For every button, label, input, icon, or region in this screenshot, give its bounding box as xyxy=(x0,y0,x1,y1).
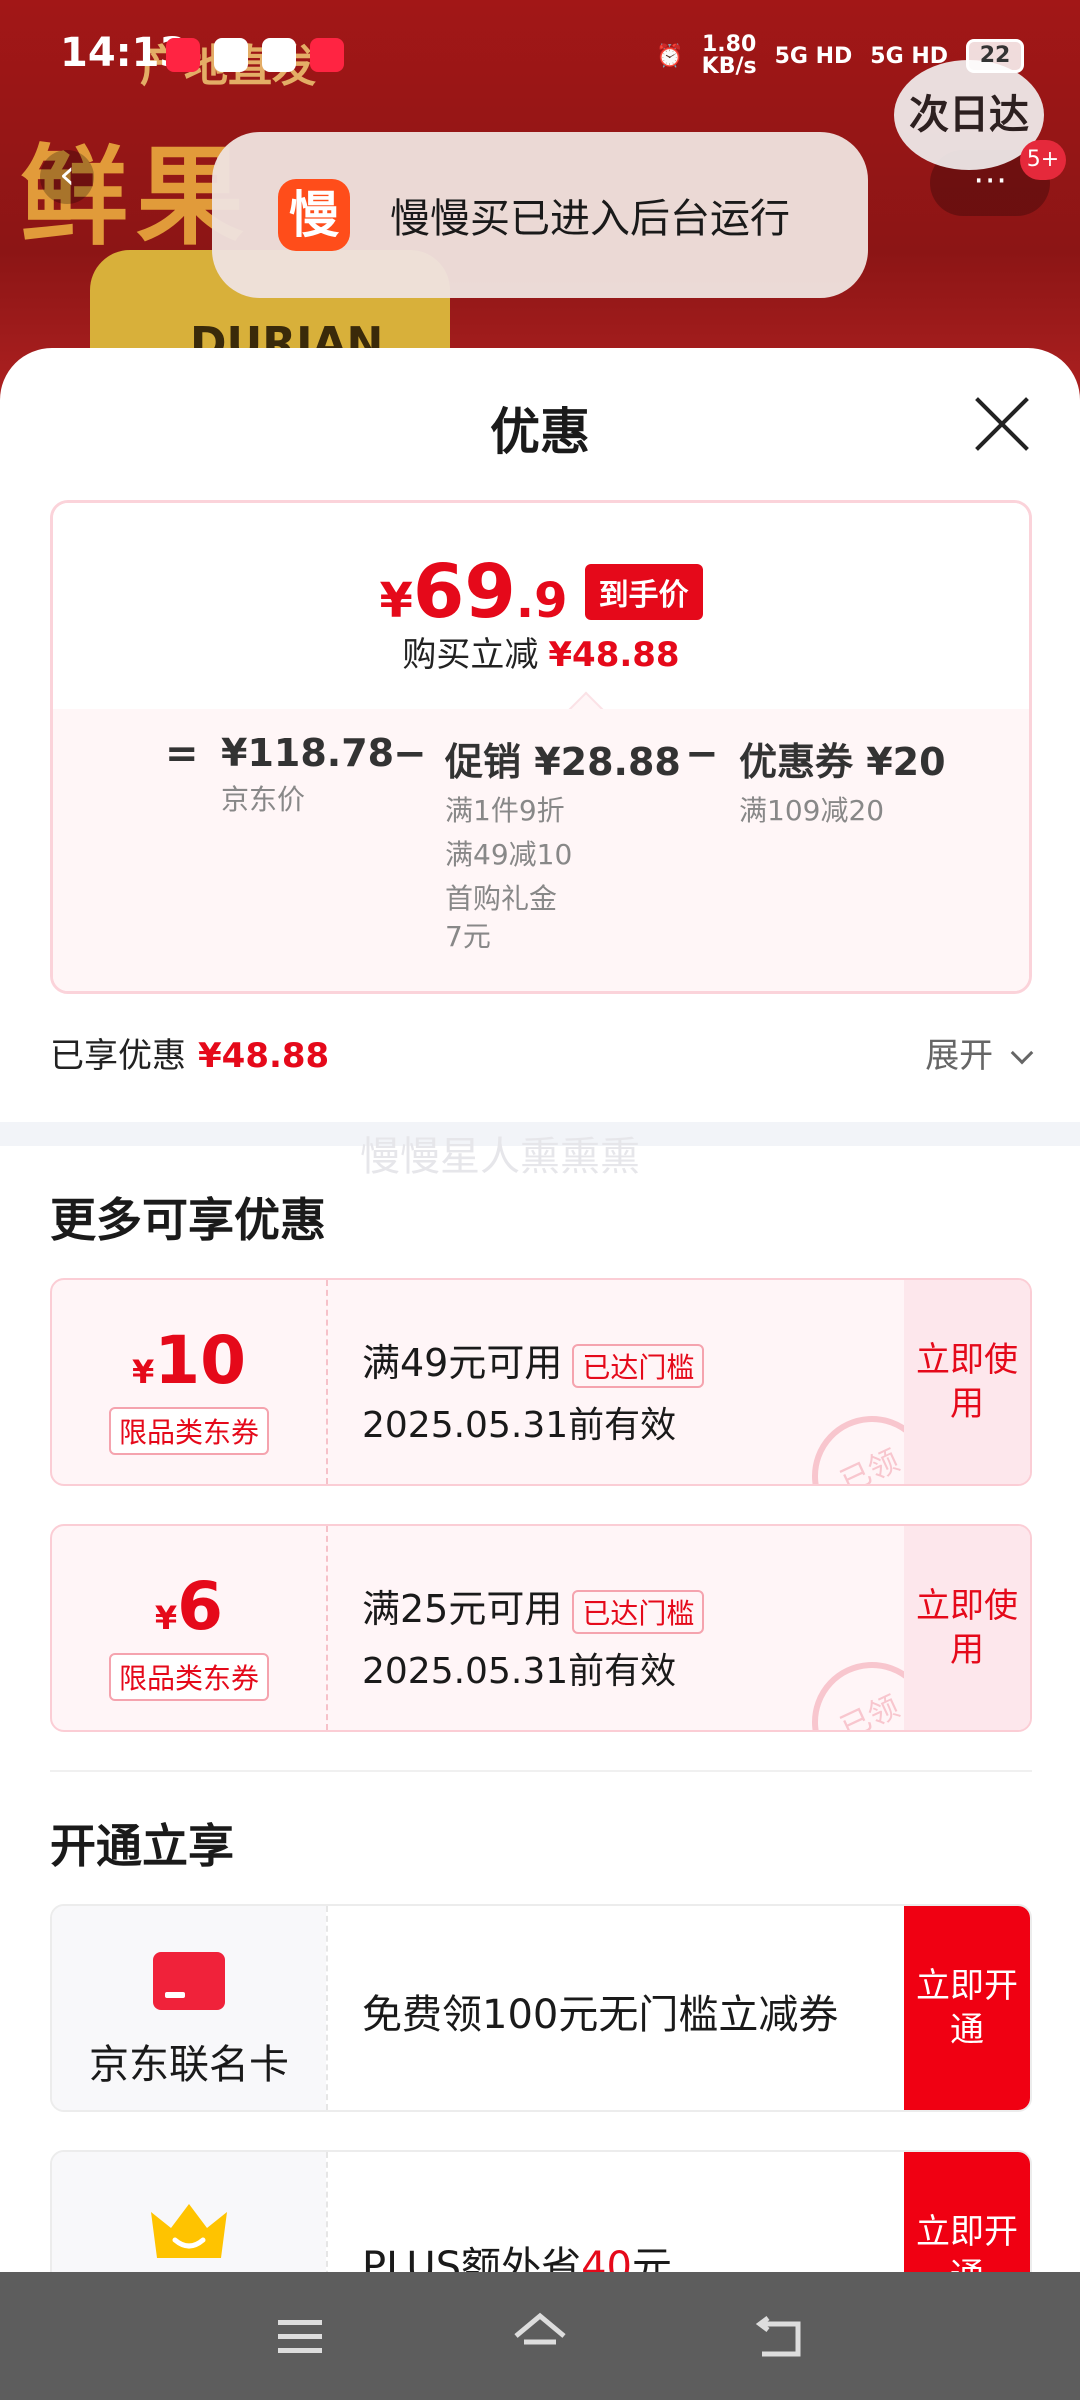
price-breakdown: = ¥118.78 京东价 − 促销 ¥28.88 满1件9折 满49减10 首… xyxy=(53,709,1029,991)
app-notification-icon xyxy=(166,38,200,72)
back-icon[interactable] xyxy=(750,2306,810,2366)
coupon-type: 限品类东券 xyxy=(108,1653,269,1701)
expand-button[interactable]: 展开 xyxy=(925,1028,1034,1077)
membership-benefit: PLUS额外省40元 xyxy=(362,2244,672,2272)
app-logo-icon: 慢 xyxy=(278,179,350,251)
card-name: 京东联名卡 xyxy=(89,2042,289,2088)
threshold-badge: 已达门槛 xyxy=(572,1589,705,1634)
dashed-divider xyxy=(326,1280,328,1484)
instant-discount: 购买立减 ¥48.88 xyxy=(402,635,680,675)
chevron-down-icon xyxy=(1010,1041,1034,1065)
back-icon[interactable]: ‹ xyxy=(40,150,94,204)
crown-icon xyxy=(151,2204,227,2258)
membership-card: PLUS额外省40元 立即开通 xyxy=(50,2150,1032,2272)
status-indicators: ⏰ 1.80 KB/s 5G HD 5G HD 22 xyxy=(656,34,1024,78)
dashed-divider xyxy=(326,1906,328,2110)
network-speed: 1.80 KB/s xyxy=(701,32,757,79)
signal-sim1-icon: 5G HD xyxy=(774,43,853,69)
watermark: 慢慢星人熏熏熏 xyxy=(360,1134,640,1180)
cart-count-badge: 5+ xyxy=(1020,140,1066,180)
minus-sign: − xyxy=(393,731,427,777)
coupon-validity: 2025.05.31前有效 xyxy=(362,1650,677,1692)
dashed-divider xyxy=(326,2152,328,2272)
credit-card-icon xyxy=(153,1952,225,2010)
status-bar: 14:13 ⏰ 1.80 KB/s 5G HD 5G HD 22 xyxy=(0,0,1080,110)
coupon-condition: 满49元可用 xyxy=(362,1341,563,1385)
app-notification-icon xyxy=(310,38,344,72)
price-summary-card: ¥69.9 到手价 购买立减 ¥48.88 = ¥118.78 京东价 − 促销 … xyxy=(50,500,1032,994)
app-notification-icon xyxy=(262,38,296,72)
notification-icons xyxy=(166,38,344,72)
wechat-icon xyxy=(214,38,248,72)
membership-title: 开通立享 xyxy=(50,1819,234,1873)
use-now-button[interactable]: 立即使用 xyxy=(904,1280,1030,1484)
coupon-condition: 满25元可用 xyxy=(362,1587,563,1631)
use-now-button[interactable]: 立即使用 xyxy=(904,1526,1030,1730)
membership-benefit: 免费领100元无门槛立减券 xyxy=(362,1992,839,2038)
signal-sim2-icon: 5G HD xyxy=(870,43,948,69)
system-navigation-bar xyxy=(0,2272,1080,2400)
jd-price: ¥118.78 京东价 xyxy=(221,731,395,816)
final-price: ¥69.9 到手价 xyxy=(53,549,1029,635)
threshold-badge: 已达门槛 xyxy=(572,1343,705,1388)
toast-message: 慢慢买已进入后台运行 xyxy=(390,196,790,242)
section-divider xyxy=(50,1770,1032,1772)
sheet-title: 优惠 xyxy=(490,403,590,461)
close-icon[interactable] xyxy=(972,394,1032,454)
background-running-toast: 慢 慢慢买已进入后台运行 xyxy=(212,132,868,298)
enjoyed-discount: 已享优惠 ¥48.88 xyxy=(50,1036,330,1076)
coupon-discount: 优惠券 ¥20 满109减20 xyxy=(739,740,946,827)
promo-discount: 促销 ¥28.88 满1件9折 满49减10 首购礼金 7元 xyxy=(445,740,681,953)
membership-card: 京东联名卡 免费领100元无门槛立减券 立即开通 xyxy=(50,1904,1032,2112)
menu-icon[interactable] xyxy=(270,2306,330,2366)
home-icon[interactable] xyxy=(510,2306,570,2366)
coupon-type: 限品类东券 xyxy=(108,1407,269,1455)
coupon-amount: ¥6 xyxy=(154,1568,224,1645)
final-price-tag: 到手价 xyxy=(584,564,703,620)
more-offers-title: 更多可享优惠 xyxy=(50,1193,326,1247)
offers-sheet: 优惠 ¥69.9 到手价 购买立减 ¥48.88 = ¥118.78 京东价 − … xyxy=(0,348,1080,2272)
coupon-amount: ¥10 xyxy=(131,1322,247,1399)
dashed-divider xyxy=(326,1526,328,1730)
alarm-icon: ⏰ xyxy=(656,43,684,69)
coupon-card: ¥6 限品类东券 满25元可用 已达门槛 2025.05.31前有效 已领 立即使… xyxy=(50,1524,1032,1732)
coupon-validity: 2025.05.31前有效 xyxy=(362,1404,677,1446)
battery-icon: 22 xyxy=(966,39,1024,73)
coupon-card: ¥10 限品类东券 满49元可用 已达门槛 2025.05.31前有效 已领 立即… xyxy=(50,1278,1032,1486)
activate-now-button[interactable]: 立即开通 xyxy=(904,2152,1030,2272)
equals-sign: = xyxy=(165,731,199,777)
activate-now-button[interactable]: 立即开通 xyxy=(904,1906,1030,2110)
minus-sign: − xyxy=(685,731,719,777)
